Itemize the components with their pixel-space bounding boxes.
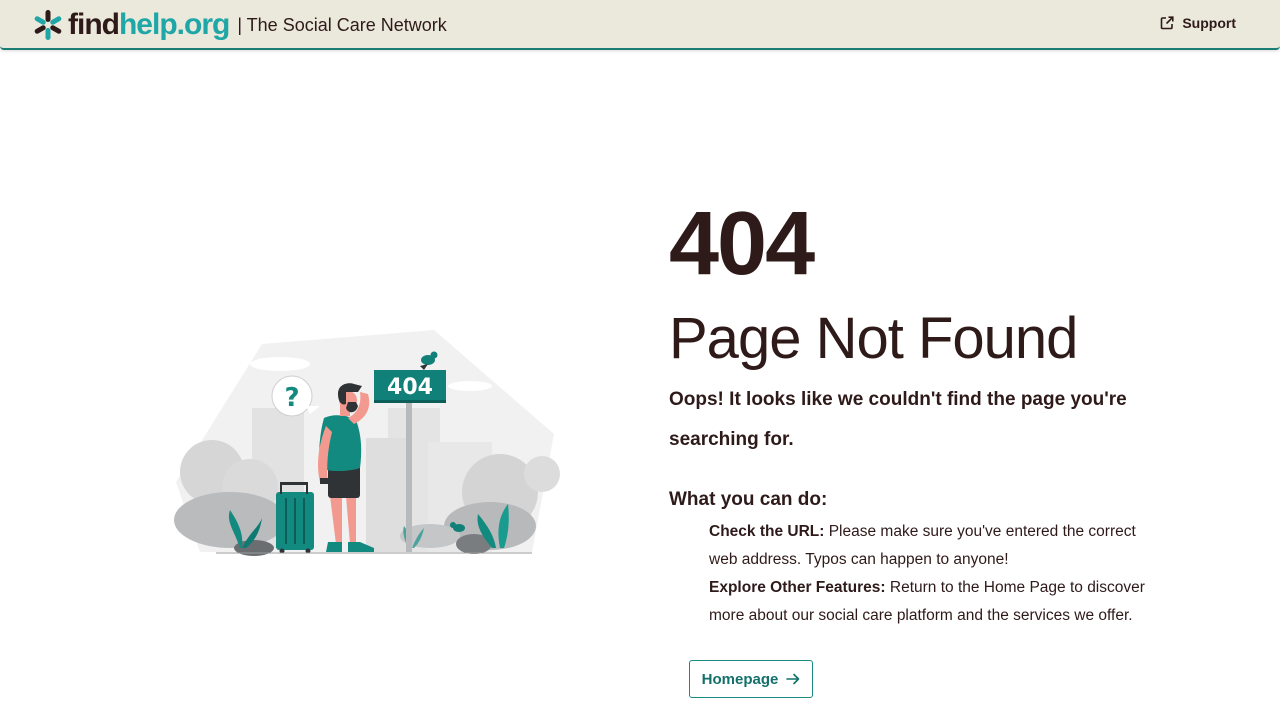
lost-traveler-illustration: 404 ? [174, 330, 560, 556]
page-title: Page Not Found [669, 306, 1078, 371]
support-label: Support [1182, 15, 1236, 31]
site-tagline: | The Social Care Network [237, 14, 447, 35]
error-content: 404 Page Not Found Oops! It looks like w… [669, 194, 1149, 630]
external-link-icon [1161, 16, 1174, 30]
tip-label: Check the URL: [709, 523, 825, 540]
logo-help-text: help [118, 8, 178, 41]
tip-item-check-url: Check the URL: Please make sure you've e… [709, 518, 1149, 574]
top-navbar: findhelp.org | The Social Care Network S… [0, 0, 1280, 50]
error-message: Oops! It looks like we couldn't find the… [669, 389, 1127, 450]
question-mark: ? [284, 383, 299, 413]
homepage-button[interactable]: Homepage [689, 660, 813, 698]
sign-text: 404 [387, 375, 433, 400]
error-code: 404 [669, 194, 815, 294]
tip-item-explore-features: Explore Other Features: Return to the Ho… [709, 574, 1149, 630]
logo-find-text: find [68, 8, 120, 41]
brand-link[interactable]: findhelp.org | The Social Care Network [32, 8, 447, 42]
tip-label: Explore Other Features: [709, 579, 886, 596]
tips-list: Check the URL: Please make sure you've e… [709, 518, 1149, 630]
what-you-can-do-heading: What you can do: [669, 489, 828, 510]
homepage-button-label: Homepage [701, 670, 779, 688]
arrow-right-icon [786, 673, 800, 685]
support-link[interactable]: Support [1160, 15, 1236, 31]
logo-org-text: .org [176, 8, 231, 41]
logo-wordmark: findhelp.org [68, 8, 231, 41]
findhelp-logo-icon [34, 10, 62, 40]
